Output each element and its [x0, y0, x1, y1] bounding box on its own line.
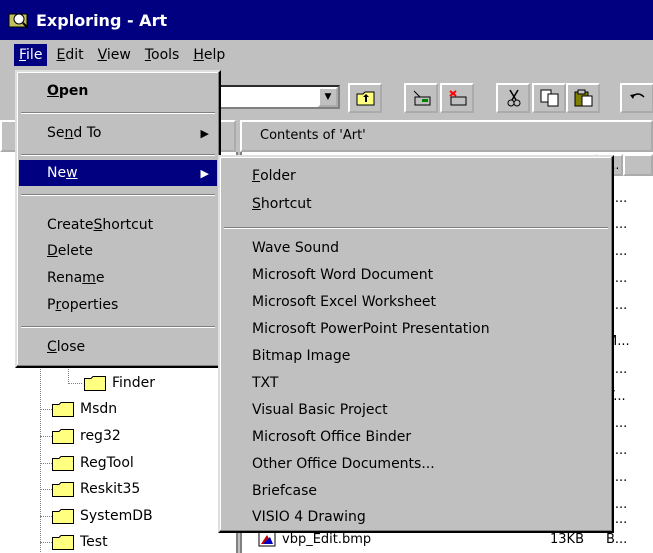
- up-folder-button[interactable]: [348, 83, 382, 113]
- menu-separator: [21, 154, 215, 156]
- new-item-vb-project[interactable]: Visual Basic Project: [222, 397, 610, 423]
- new-item-visio-drawing[interactable]: VISIO 4 Drawing: [222, 504, 610, 530]
- new-item-txt[interactable]: TXT: [222, 370, 610, 396]
- up-folder-icon: [356, 91, 375, 106]
- map-drive-button[interactable]: [404, 83, 438, 113]
- copy-button[interactable]: [532, 83, 566, 113]
- address-dropdown-button[interactable]: ▼: [318, 87, 338, 107]
- menu-file[interactable]: File: [14, 44, 48, 66]
- tree-line: [40, 489, 52, 490]
- column-modified[interactable]: [623, 154, 653, 176]
- bitmap-file-icon: [258, 531, 276, 547]
- submenu-arrow-icon: ▶: [200, 166, 209, 180]
- file-row[interactable]: vbp_Edit.bmp 13KB B...: [258, 531, 627, 547]
- menu-edit[interactable]: Edit: [51, 44, 88, 66]
- tree-line: [40, 436, 52, 437]
- file-size: 13KB: [550, 531, 584, 547]
- file-menu: Open Se n d To ▶ Ne w ▶ Create Shortcut Delet…: [15, 70, 221, 368]
- tree-item-regtool[interactable]: RegTool: [52, 452, 134, 474]
- undo-icon: [630, 93, 645, 99]
- folder-icon: [52, 481, 74, 497]
- folder-icon: [52, 534, 74, 550]
- explorer-window: Exploring - Art File Edit View Tools Hel…: [0, 0, 653, 553]
- menu-help[interactable]: Help: [188, 44, 230, 66]
- disconnect-drive-button[interactable]: [440, 83, 474, 113]
- file-name: vbp_Edit.bmp: [282, 531, 372, 547]
- contents-header: Contents of 'Art': [240, 120, 653, 152]
- new-submenu: Folder Shortcut Wave Sound Microsoft Wor…: [218, 155, 614, 533]
- new-item-wave-sound[interactable]: Wave Sound: [222, 235, 610, 261]
- tree-item-reskit35[interactable]: Reskit35: [52, 478, 140, 500]
- menu-separator: [21, 112, 215, 114]
- submenu-arrow-icon: ▶: [200, 126, 209, 140]
- window-title: Exploring - Art: [36, 10, 168, 30]
- menu-bar: File Edit View Tools Help: [0, 40, 653, 70]
- undo-button[interactable]: [620, 83, 653, 113]
- folder-icon: [84, 375, 106, 391]
- new-item-shortcut[interactable]: Shortcut: [222, 191, 610, 217]
- paste-icon: [574, 89, 593, 107]
- menu-separator: [224, 227, 608, 229]
- copy-icon: [540, 89, 559, 107]
- scissors-icon: [507, 89, 521, 107]
- title-bar[interactable]: Exploring - Art: [0, 0, 653, 40]
- tree-line: [40, 463, 52, 464]
- folder-icon: [52, 401, 74, 417]
- disconnect-drive-icon: [449, 90, 467, 106]
- tree-line: [40, 409, 52, 410]
- tree-item-reg32[interactable]: reg32: [52, 425, 121, 447]
- tree-line: [40, 542, 52, 543]
- cut-button[interactable]: [496, 83, 530, 113]
- explorer-icon: [8, 10, 30, 30]
- tree-item-test[interactable]: Test: [52, 531, 108, 553]
- new-item-folder[interactable]: Folder: [222, 163, 610, 189]
- menu-item-send-to[interactable]: Se n d To ▶: [19, 120, 217, 146]
- paste-button[interactable]: [566, 83, 600, 113]
- new-item-bitmap-image[interactable]: Bitmap Image: [222, 343, 610, 369]
- menu-item-rename[interactable]: Rena m e: [19, 265, 217, 291]
- map-drive-icon: [413, 90, 431, 106]
- new-item-word-document[interactable]: Microsoft Word Document: [222, 262, 610, 288]
- tree-line: [68, 383, 82, 384]
- new-item-other-office-documents[interactable]: Other Office Documents...: [222, 451, 610, 477]
- menu-separator: [21, 194, 215, 196]
- menu-item-properties[interactable]: Pr operties: [19, 292, 217, 318]
- tree-item-msdn[interactable]: Msdn: [52, 398, 117, 420]
- new-item-office-binder[interactable]: Microsoft Office Binder: [222, 424, 610, 450]
- tree-item-finder[interactable]: Finder: [84, 372, 155, 394]
- folder-icon: [52, 428, 74, 444]
- new-item-powerpoint-presentation[interactable]: Microsoft PowerPoint Presentation: [222, 316, 610, 342]
- contents-title: Contents of 'Art': [260, 128, 366, 143]
- menu-view[interactable]: View: [93, 44, 136, 66]
- tree-line: [40, 516, 52, 517]
- menu-item-create-shortcut[interactable]: Create Shortcut: [19, 212, 217, 238]
- menu-item-close[interactable]: Close: [19, 334, 217, 360]
- menu-separator: [21, 326, 215, 328]
- menu-item-open[interactable]: Open: [19, 78, 217, 104]
- folder-icon: [52, 508, 74, 524]
- folder-icon: [52, 455, 74, 471]
- menu-item-delete[interactable]: Delete: [19, 238, 217, 264]
- menu-item-new[interactable]: Ne w ▶: [19, 160, 217, 186]
- menu-tools[interactable]: Tools: [140, 44, 185, 66]
- new-item-briefcase[interactable]: Briefcase: [222, 478, 610, 504]
- file-type: B...: [606, 531, 628, 547]
- tree-item-systemdb[interactable]: SystemDB: [52, 505, 153, 527]
- new-item-excel-worksheet[interactable]: Microsoft Excel Worksheet: [222, 289, 610, 315]
